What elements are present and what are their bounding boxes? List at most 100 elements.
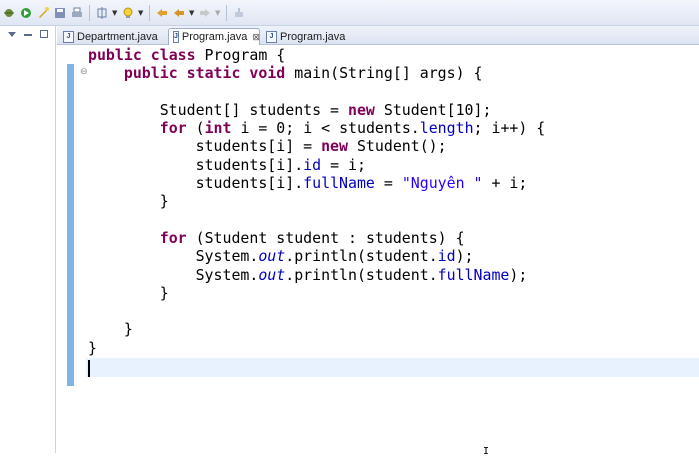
toolbar-separator [149, 4, 150, 21]
field-token: length [419, 119, 474, 138]
code-token: = [374, 174, 402, 193]
code-token: i = 0; i < students. [231, 119, 420, 138]
maximize-icon[interactable] [40, 30, 48, 38]
code-token: ); [455, 247, 474, 266]
code-token: System. [88, 265, 259, 284]
chevron-down-icon[interactable]: ▼ [138, 9, 144, 17]
code-line[interactable]: public class Program { [88, 46, 545, 64]
code-line[interactable]: System.out.println(student.id); [88, 247, 545, 265]
source-code[interactable]: public class Program { public static voi… [88, 46, 545, 375]
java-file-icon: J [266, 30, 277, 43]
code-line[interactable]: public static void main(String[] args) { [88, 64, 545, 82]
pin-icon[interactable] [232, 6, 246, 20]
code-line[interactable]: } [88, 339, 545, 357]
code-token: .println(student. [285, 265, 438, 284]
toolbar-separator [226, 4, 227, 21]
save-icon[interactable] [53, 6, 67, 20]
minimize-icon[interactable] [24, 34, 32, 36]
keyword-token: new [321, 137, 348, 156]
forward-icon[interactable] [198, 6, 212, 20]
code-line[interactable]: } [88, 192, 545, 210]
code-token: + i; [482, 174, 528, 193]
field-token: fullName [437, 265, 510, 284]
tab-label: Program.java [280, 30, 346, 43]
tool-icon[interactable] [95, 6, 109, 20]
tab-program-java-active[interactable]: J Program.java ⊠ [168, 28, 260, 45]
code-line[interactable]: for (int i = 0; i < students.length; i++… [88, 119, 546, 138]
code-token: } [88, 283, 169, 302]
text-caret [88, 360, 90, 377]
code-token: students[i]. [88, 174, 304, 193]
code-token: Student[10]; [374, 100, 492, 119]
chevron-down-icon[interactable]: ▼ [215, 9, 221, 17]
tab-label: Department.java [77, 30, 158, 43]
field-token: out [258, 247, 286, 266]
view-menu-icon[interactable] [8, 31, 16, 37]
close-icon[interactable]: ⊠ [252, 32, 260, 43]
back-icon[interactable] [172, 6, 186, 20]
keyword-token: for [159, 228, 187, 247]
field-token: id [303, 155, 322, 174]
code-token: System. [88, 247, 259, 266]
keyword-token: public [88, 46, 142, 64]
keyword-token: class [150, 46, 196, 64]
code-token: main(String[] args) { [285, 64, 483, 83]
string-token: "Nguyên " [401, 174, 483, 193]
chevron-down-icon[interactable]: ▼ [189, 9, 195, 17]
java-file-icon: J [173, 31, 179, 43]
fold-toggle-icon[interactable]: ⊖ [80, 67, 88, 77]
keyword-token: public [123, 64, 178, 83]
code-token: Program { [195, 46, 286, 64]
code-token: ; i++) { [473, 119, 546, 138]
keyword-token: void [249, 64, 286, 83]
tab-department-java[interactable]: J Department.java [59, 28, 167, 45]
keyword-token: for [159, 119, 187, 138]
code-token: Student[] students = [88, 100, 348, 119]
code-line[interactable]: System.out.println(student.fullName); [88, 266, 545, 284]
code-token: = i; [321, 155, 366, 174]
code-line[interactable]: students[i].fullName = "Nguyên " + i; [88, 174, 545, 192]
left-view-pane [0, 26, 56, 453]
debug-icon[interactable] [2, 6, 16, 20]
chevron-down-icon[interactable]: ▼ [112, 9, 118, 17]
keyword-token: int [204, 119, 232, 138]
code-token: } [88, 192, 169, 211]
field-token: fullName [303, 174, 375, 193]
code-line[interactable]: } [88, 320, 545, 338]
new-icon[interactable] [36, 6, 50, 20]
code-line[interactable] [88, 302, 545, 320]
code-line[interactable] [88, 211, 545, 229]
tab-label: Program.java [181, 31, 248, 43]
code-line[interactable]: students[i].id = i; [88, 156, 545, 174]
field-token: id [437, 247, 456, 266]
main-toolbar: ▼ ▼ ▼ ▼ [0, 0, 699, 26]
editor-tab-bar: J Department.java J Program.java ⊠ J Pro… [57, 26, 699, 45]
code-editor[interactable]: ⊖ public class Program { public static v… [57, 45, 699, 453]
code-token: } [88, 338, 97, 357]
toolbar-separator [89, 4, 90, 21]
field-token: out [258, 265, 286, 284]
change-indicator-bar [67, 64, 74, 386]
lightbulb-icon[interactable] [121, 6, 135, 20]
code-line[interactable]: Student[] students = new Student[10]; [88, 101, 545, 119]
code-line[interactable] [88, 83, 545, 101]
back-icon[interactable] [155, 6, 169, 20]
run-icon[interactable] [19, 6, 33, 20]
code-token: } [88, 320, 133, 339]
code-line[interactable]: } [88, 284, 545, 302]
code-token: students[i]. [88, 155, 304, 174]
tab-program-java[interactable]: J Program.java [262, 28, 352, 45]
print-icon[interactable] [70, 6, 84, 20]
code-line[interactable]: for (Student student : students) { [88, 229, 545, 247]
code-token: ( [186, 119, 205, 138]
keyword-token: new [347, 100, 375, 119]
java-file-icon: J [63, 30, 74, 43]
code-token: Student(); [348, 137, 447, 156]
mouse-ibeam-cursor: I [483, 446, 490, 457]
code-line[interactable]: students[i] = new Student(); [88, 137, 545, 155]
code-line[interactable] [88, 357, 545, 375]
